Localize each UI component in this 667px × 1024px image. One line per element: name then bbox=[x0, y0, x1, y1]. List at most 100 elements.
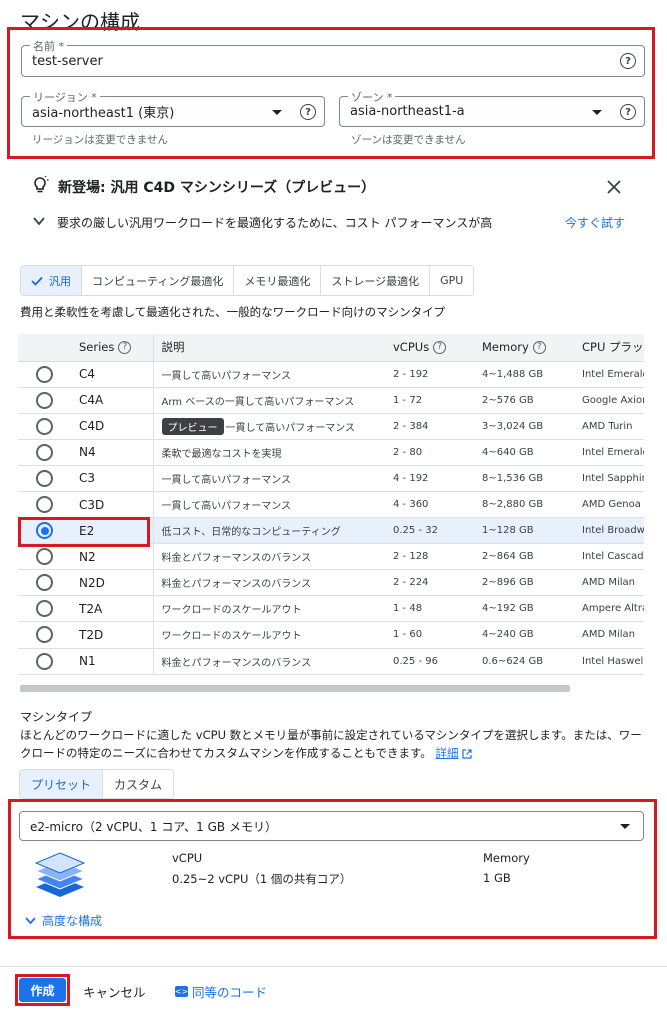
footer-divider bbox=[0, 966, 667, 967]
series-vcpus: 0.25 - 32 bbox=[385, 517, 474, 545]
tab-memory-optimized[interactable]: メモリ最適化 bbox=[234, 266, 322, 295]
series-description-text: 低コスト、日常的なコンピューティング bbox=[161, 527, 341, 539]
machine-family-tabs: 汎用 コンピューティング最適化 メモリ最適化 ストレージ最適化 GPU bbox=[20, 265, 475, 296]
series-description-text: 一貫して高いパフォーマンス bbox=[161, 370, 292, 382]
try-now-link[interactable]: 今すぐ試す bbox=[565, 214, 625, 231]
zone-hint: ゾーンは変更できません bbox=[351, 134, 466, 146]
series-vcpus: 0.25 - 96 bbox=[385, 648, 474, 675]
chevron-down-icon bbox=[272, 110, 282, 115]
name-field[interactable]: 名前 * test-server ? bbox=[21, 38, 645, 77]
series-radio[interactable] bbox=[36, 496, 53, 514]
series-description-text: 料金とパフォーマンスのバランス bbox=[161, 553, 312, 565]
series-cpu-platform: AMD Genoa bbox=[574, 491, 644, 519]
table-row[interactable]: C3 一貫して高いパフォーマンス 4 - 192 8~1,536 GB Intel Sa… bbox=[18, 465, 644, 492]
series-vcpus: 1 - 48 bbox=[385, 595, 474, 623]
help-icon[interactable]: ? bbox=[620, 53, 636, 69]
series-description-text: 一貫して高いパフォーマンス bbox=[225, 422, 356, 434]
table-row[interactable]: N2 料金とパフォーマンスのバランス 2 - 128 2~864 GB Intel Ca… bbox=[18, 543, 644, 571]
series-vcpus: 4 - 360 bbox=[385, 491, 474, 519]
machine-type-title: マシンタイプ bbox=[20, 710, 93, 724]
table-row[interactable]: C3D 一貫して高いパフォーマンス 4 - 360 8~2,880 GB AMD Gen… bbox=[18, 491, 644, 519]
help-icon[interactable]: ? bbox=[300, 104, 316, 120]
equivalent-code-button[interactable]: <> 同等のコード bbox=[175, 982, 267, 1001]
table-row[interactable]: C4A Arm ベースの一貫して高いパフォーマンス 1 - 72 2~576 GB Go… bbox=[18, 387, 644, 414]
chevron-down-icon[interactable] bbox=[33, 217, 45, 226]
series-memory: 4~240 GB bbox=[474, 621, 574, 649]
series-radio[interactable] bbox=[36, 626, 53, 644]
header-series-label: Series bbox=[79, 340, 115, 355]
tab-general-purpose[interactable]: 汎用 bbox=[21, 266, 82, 295]
stack-icon bbox=[34, 852, 86, 897]
tab-storage-optimized[interactable]: ストレージ最適化 bbox=[321, 266, 431, 295]
series-name: T2D bbox=[71, 621, 154, 649]
series-radio-cell bbox=[18, 543, 71, 571]
advanced-config-toggle[interactable]: 高度な構成 bbox=[25, 912, 102, 929]
horizontal-scrollbar[interactable] bbox=[20, 685, 570, 692]
table-row[interactable]: C4D プレビュー 一貫して高いパフォーマンス 2 - 384 3~3,024 GB AM… bbox=[18, 413, 644, 440]
lightbulb-icon bbox=[34, 175, 49, 193]
help-icon[interactable]: ? bbox=[118, 341, 132, 355]
check-icon bbox=[31, 276, 43, 286]
series-memory: 4~192 GB bbox=[474, 595, 574, 623]
cancel-button[interactable]: キャンセル bbox=[83, 982, 146, 1001]
series-vcpus: 2 - 384 bbox=[385, 413, 474, 440]
series-description: ワークロードのスケールアウト bbox=[153, 595, 385, 623]
region-field-value: asia-northeast1 (東京) bbox=[32, 106, 175, 121]
series-radio[interactable] bbox=[36, 522, 53, 540]
series-name: N2D bbox=[71, 569, 154, 597]
tab-label: メモリ最適化 bbox=[244, 274, 311, 288]
series-vcpus: 4 - 192 bbox=[385, 465, 474, 492]
create-button[interactable]: 作成 bbox=[19, 978, 66, 1002]
series-table: Series? 説明 vCPUs? Memory? CPU プラッ C4 一貫して… bbox=[18, 334, 644, 679]
header-vcpus-label: vCPUs bbox=[393, 340, 430, 355]
series-name: N1 bbox=[71, 648, 154, 675]
tab-custom[interactable]: カスタム bbox=[103, 770, 173, 798]
tab-compute-optimized[interactable]: コンピューティング最適化 bbox=[82, 266, 235, 295]
table-row[interactable]: T2A ワークロードのスケールアウト 1 - 48 4~192 GB Ampere Al… bbox=[18, 595, 644, 623]
chevron-down-icon bbox=[620, 824, 630, 829]
memory-value: 1 GB bbox=[483, 871, 511, 885]
series-description: 料金とパフォーマンスのバランス bbox=[153, 569, 385, 597]
table-row[interactable]: C4 一貫して高いパフォーマンス 2 - 192 4~1,488 GB Intel Em… bbox=[18, 361, 644, 388]
table-row[interactable]: E2 低コスト、日常的なコンピューティング 0.25 - 32 1~128 GB Int… bbox=[18, 517, 644, 545]
tab-gpu[interactable]: GPU bbox=[430, 266, 474, 295]
chevron-down-icon bbox=[592, 110, 602, 115]
table-row[interactable]: T2D ワークロードのスケールアウト 1 - 60 4~240 GB AMD Milan bbox=[18, 621, 644, 649]
series-description: 一貫して高いパフォーマンス bbox=[153, 465, 385, 492]
series-vcpus: 2 - 192 bbox=[385, 361, 474, 388]
series-name: C4 bbox=[71, 361, 154, 388]
tab-preset[interactable]: プリセット bbox=[20, 770, 104, 798]
series-radio-cell bbox=[18, 517, 71, 545]
help-icon[interactable]: ? bbox=[532, 341, 546, 355]
series-memory: 4~640 GB bbox=[474, 439, 574, 466]
series-radio[interactable] bbox=[36, 417, 53, 435]
series-vcpus: 2 - 224 bbox=[385, 569, 474, 597]
series-radio[interactable] bbox=[36, 548, 53, 566]
series-radio[interactable] bbox=[36, 469, 53, 487]
region-select[interactable]: リージョン * asia-northeast1 (東京) ? bbox=[21, 89, 325, 127]
table-row[interactable]: N4 柔軟で最適なコストを実現 2 - 80 4~640 GB Intel Emeral… bbox=[18, 439, 644, 466]
header-select bbox=[18, 334, 71, 362]
series-radio[interactable] bbox=[36, 365, 53, 383]
series-radio[interactable] bbox=[36, 574, 53, 592]
series-memory: 8~1,536 GB bbox=[474, 465, 574, 492]
table-row[interactable]: N2D 料金とパフォーマンスのバランス 2 - 224 2~896 GB AMD Mil… bbox=[18, 569, 644, 597]
details-link[interactable]: 詳細 bbox=[435, 746, 458, 760]
series-vcpus: 2 - 128 bbox=[385, 543, 474, 571]
series-radio[interactable] bbox=[36, 391, 53, 409]
series-description: 一貫して高いパフォーマンス bbox=[153, 361, 385, 388]
series-radio[interactable] bbox=[36, 652, 53, 670]
zone-select[interactable]: ゾーン * asia-northeast1-a ? bbox=[339, 89, 645, 127]
series-radio[interactable] bbox=[36, 443, 53, 461]
help-icon[interactable]: ? bbox=[620, 104, 636, 120]
code-icon: <> bbox=[174, 986, 189, 997]
series-cpu-platform: Intel Emerald bbox=[574, 439, 644, 466]
series-memory: 4~1,488 GB bbox=[474, 361, 574, 388]
help-icon[interactable]: ? bbox=[433, 341, 447, 355]
series-radio[interactable] bbox=[36, 600, 53, 618]
machine-type-select[interactable]: e2-micro（2 vCPU、1 コア、1 GB メモリ） bbox=[19, 811, 644, 841]
close-icon[interactable] bbox=[607, 180, 621, 194]
table-row[interactable]: N1 料金とパフォーマンスのバランス 0.25 - 96 0.6~624 GB Inte… bbox=[18, 648, 644, 675]
external-link-icon bbox=[462, 748, 472, 759]
series-description: Arm ベースの一貫して高いパフォーマンス bbox=[153, 387, 385, 414]
